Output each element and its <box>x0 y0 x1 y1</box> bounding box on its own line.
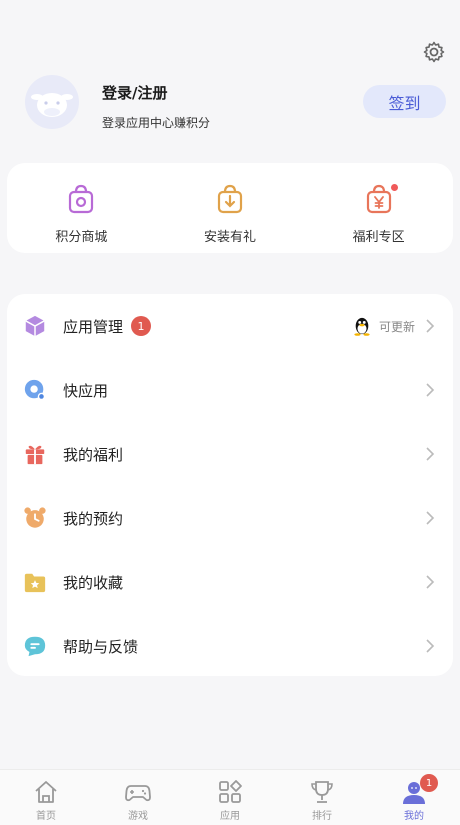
bottom-tab-bar: 首页 游戏 应用 排行 1 我的 <box>0 769 460 825</box>
quick-action-label: 福利专区 <box>352 230 405 245</box>
gamepad-icon <box>125 785 151 802</box>
quick-action-label: 积分商城 <box>55 230 108 245</box>
menu-item-my-reservations[interactable]: 我的预约 <box>7 486 453 550</box>
menu-item-label: 我的收藏 <box>63 573 124 592</box>
tab-label: 应用 <box>220 811 240 822</box>
count-badge: 1 <box>131 316 152 336</box>
tab-ranking[interactable]: 排行 <box>276 770 368 825</box>
tab-home[interactable]: 首页 <box>0 770 92 825</box>
menu-item-label: 帮助与反馈 <box>63 637 139 656</box>
home-icon <box>35 781 57 803</box>
quick-action-welfare-zone[interactable]: 福利专区 <box>304 163 453 253</box>
count-badge: 1 <box>420 774 438 792</box>
tab-label: 游戏 <box>128 811 148 822</box>
shopping-bag-icon <box>69 184 94 214</box>
tab-label: 排行 <box>312 811 332 822</box>
menu-item-label: 我的预约 <box>63 509 124 528</box>
menu-item-my-favorites[interactable]: 我的收藏 <box>7 550 453 614</box>
quick-action-points-mall[interactable]: 积分商城 <box>7 163 156 253</box>
login-register-link[interactable]: 登录/注册 <box>102 82 167 103</box>
quick-actions-card: 积分商城 安装有礼 福利专区 <box>7 163 453 253</box>
chevron-right-icon <box>426 511 435 525</box>
qq-penguin-icon <box>354 317 370 336</box>
cow-avatar-icon <box>31 93 73 117</box>
menu-card: 应用管理 1 可更新 快应用 我的福利 我的预约 我的收藏 帮助与反馈 <box>7 294 453 676</box>
avatar[interactable] <box>25 75 79 129</box>
tab-label: 首页 <box>36 811 56 822</box>
menu-item-label: 快应用 <box>63 381 109 400</box>
menu-item-app-management[interactable]: 应用管理 1 可更新 <box>7 294 453 358</box>
tab-mine[interactable]: 1 我的 <box>368 770 460 825</box>
menu-item-help-feedback[interactable]: 帮助与反馈 <box>7 614 453 678</box>
menu-item-label: 我的福利 <box>63 445 124 464</box>
menu-item-quick-app[interactable]: 快应用 <box>7 358 453 422</box>
apps-icon <box>219 780 242 803</box>
chevron-right-icon <box>426 447 435 461</box>
tab-label: 我的 <box>404 811 424 822</box>
menu-item-label: 应用管理 <box>63 317 124 336</box>
chevron-right-icon <box>426 575 435 589</box>
quick-action-label: 安装有礼 <box>204 230 257 245</box>
update-available-text: 可更新 <box>378 319 415 334</box>
signin-button[interactable]: 签到 <box>363 85 446 118</box>
tab-apps[interactable]: 应用 <box>184 770 276 825</box>
chevron-right-icon <box>426 383 435 397</box>
chevron-right-icon <box>426 319 435 333</box>
cube-icon <box>22 313 48 339</box>
quick-app-icon <box>22 377 48 403</box>
alarm-clock-icon <box>22 505 48 531</box>
menu-item-my-welfare[interactable]: 我的福利 <box>7 422 453 486</box>
chevron-right-icon <box>426 639 435 653</box>
download-bag-icon <box>217 184 243 214</box>
notification-dot <box>390 184 398 191</box>
yen-bag-icon <box>366 184 391 214</box>
gift-icon <box>22 441 48 467</box>
login-subtitle: 登录应用中心赚积分 <box>102 116 211 130</box>
trophy-icon <box>311 781 333 803</box>
update-indicator: 可更新 <box>353 316 435 336</box>
quick-action-install-gift[interactable]: 安装有礼 <box>156 163 305 253</box>
star-folder-icon <box>22 569 48 595</box>
tab-games[interactable]: 游戏 <box>92 770 184 825</box>
chat-bubble-icon <box>22 633 48 659</box>
gear-icon[interactable] <box>422 40 446 64</box>
profile-section: 登录/注册 登录应用中心赚积分 签到 <box>25 75 446 135</box>
